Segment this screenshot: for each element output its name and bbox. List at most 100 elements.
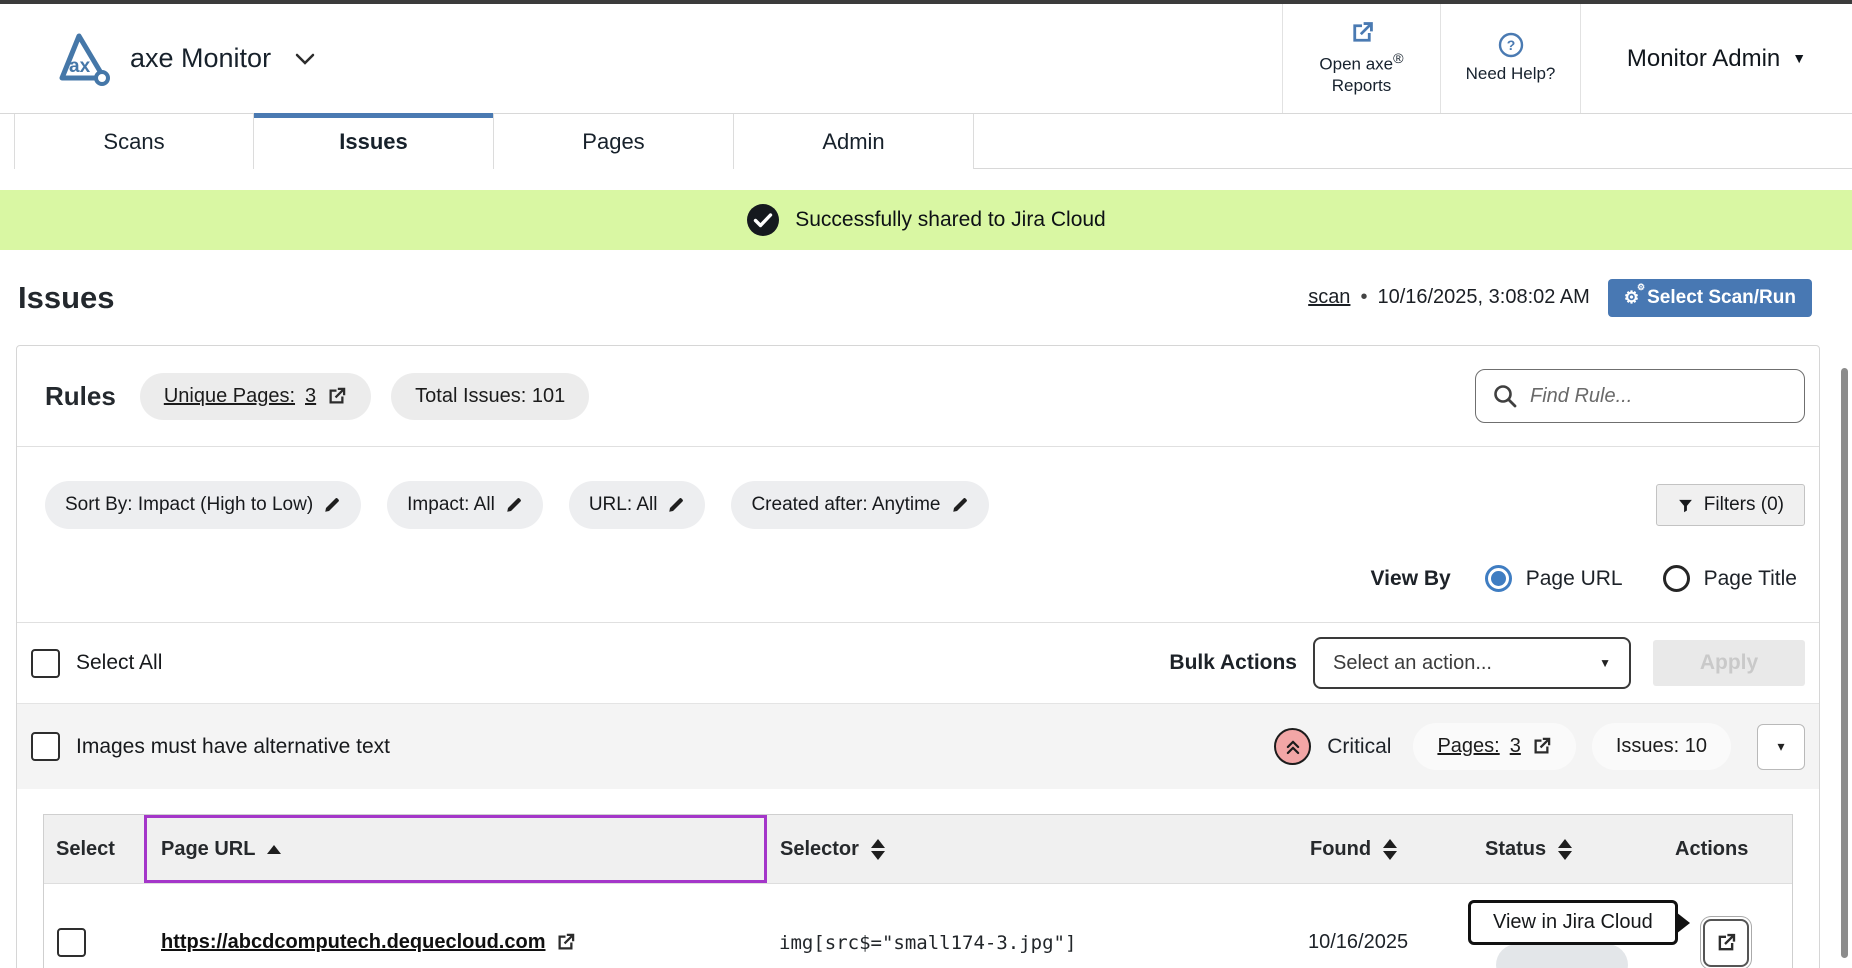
impact-chip[interactable]: Impact: All (387, 481, 543, 529)
open-axe-reports-label: Open axe®Reports (1319, 51, 1403, 96)
sort-ascending-icon (267, 845, 281, 854)
gears-icon: ⚙⚙ (1624, 289, 1639, 306)
find-rule-search[interactable] (1475, 369, 1805, 423)
need-help-button[interactable]: ? Need Help? (1440, 4, 1580, 113)
row-page-url-cell: https://abcdcomputech.dequecloud.com (144, 931, 767, 954)
row-select-cell (44, 928, 144, 957)
expand-rule-button[interactable]: ▾ (1757, 724, 1805, 770)
row-selector-cell: img[src$="small174-3.jpg"] (767, 932, 1297, 954)
pencil-icon (505, 496, 523, 514)
column-header-select: Select (44, 815, 144, 883)
rules-panel: Rules Unique Pages: 3 Total Issues: 101 … (16, 345, 1820, 968)
banner-message: Successfully shared to Jira Cloud (795, 208, 1105, 232)
unique-pages-pill[interactable]: Unique Pages: 3 (140, 373, 371, 420)
bulk-action-selected-value: Select an action... (1333, 652, 1492, 675)
axe-logo-icon: ax (46, 30, 112, 88)
app-title: axe Monitor (130, 43, 271, 74)
sort-icon (871, 839, 885, 860)
selector-value: img[src$="small174-3.jpg"] (779, 932, 1076, 954)
rule-checkbox[interactable] (31, 732, 60, 761)
table-row: https://abcdcomputech.dequecloud.com img… (44, 883, 1792, 968)
tab-scans[interactable]: Scans (14, 114, 254, 169)
rule-name: Images must have alternative text (76, 735, 390, 759)
user-menu-button[interactable]: Monitor Admin ▼ (1580, 4, 1852, 113)
svg-text:ax: ax (69, 56, 91, 77)
page-title: Issues (18, 280, 115, 316)
view-in-jira-tooltip: View in Jira Cloud (1468, 900, 1678, 945)
external-link-icon (1715, 932, 1737, 954)
row-checkbox[interactable] (57, 928, 86, 957)
scrollbar-thumb[interactable] (1841, 368, 1848, 958)
page-url-link[interactable]: https://abcdcomputech.dequecloud.com (161, 931, 545, 954)
table-header-row: Select Page URL Selector Found Status Ac… (44, 815, 1792, 883)
scan-link[interactable]: scan (1308, 286, 1350, 309)
filter-section: Sort By: Impact (High to Low) Impact: Al… (17, 447, 1819, 622)
tabstrip-filler (974, 114, 1852, 169)
tab-admin[interactable]: Admin (734, 114, 974, 169)
chevron-down-icon[interactable] (295, 53, 315, 65)
svg-text:?: ? (1506, 37, 1515, 53)
column-header-page-url[interactable]: Page URL (144, 815, 767, 883)
rule-pages-pill[interactable]: Pages: 3 (1413, 723, 1575, 770)
tabstrip-gap (0, 169, 1852, 190)
caret-down-icon: ▾ (1777, 738, 1784, 755)
total-issues-pill: Total Issues: 101 (391, 373, 589, 420)
bulk-action-select[interactable]: Select an action... ▼ (1313, 637, 1631, 689)
column-header-status[interactable]: Status (1472, 815, 1662, 883)
view-by-page-url-option[interactable]: Page URL (1485, 565, 1623, 592)
caret-down-icon: ▼ (1792, 50, 1806, 68)
find-rule-input[interactable] (1530, 385, 1788, 408)
column-header-found[interactable]: Found (1297, 815, 1472, 883)
select-scan-run-button[interactable]: ⚙⚙ Select Scan/Run (1608, 279, 1812, 317)
tab-pages[interactable]: Pages (494, 114, 734, 169)
search-icon (1492, 383, 1518, 409)
page-title-row: Issues scan • 10/16/2025, 3:08:02 AM ⚙⚙ … (0, 250, 1852, 345)
rule-issues-pill: Issues: 10 (1592, 723, 1731, 770)
rule-pages-label: Pages: (1437, 735, 1499, 758)
row-status-cell: View in Jira Cloud (1472, 884, 1662, 968)
issues-table: Select Page URL Selector Found Status Ac… (43, 814, 1793, 968)
scan-timestamp: 10/16/2025, 3:08:02 AM (1377, 286, 1589, 309)
total-issues-label: Total Issues: 101 (415, 385, 565, 408)
unique-pages-value: 3 (305, 385, 316, 408)
row-found-cell: 10/16/2025 (1297, 931, 1472, 954)
rule-pages-value: 3 (1510, 735, 1521, 758)
external-link-icon (1531, 736, 1552, 757)
select-all-checkbox[interactable] (31, 649, 60, 678)
user-menu-label: Monitor Admin (1627, 44, 1780, 74)
main-nav: Scans Issues Pages Admin (0, 113, 1852, 169)
check-circle-icon (746, 203, 780, 237)
view-by-row: View By Page URL Page Title (45, 565, 1805, 592)
pencil-icon (323, 496, 341, 514)
app-brand[interactable]: ax axe Monitor (0, 4, 1282, 113)
tooltip-arrow (1676, 912, 1690, 934)
column-header-selector[interactable]: Selector (767, 815, 1297, 883)
caret-down-icon: ▼ (1599, 656, 1611, 670)
sort-by-chip[interactable]: Sort By: Impact (High to Low) (45, 481, 361, 529)
radio-selected-icon[interactable] (1485, 565, 1512, 592)
dot-separator: • (1360, 286, 1367, 309)
view-in-jira-button[interactable] (1703, 919, 1749, 967)
external-link-icon[interactable] (555, 932, 576, 953)
created-after-chip[interactable]: Created after: Anytime (731, 481, 988, 529)
select-all-label: Select All (76, 651, 162, 675)
filters-button[interactable]: Filters (0) (1656, 484, 1805, 526)
status-badge (1496, 944, 1628, 968)
pencil-icon (667, 496, 685, 514)
unique-pages-label: Unique Pages: (164, 385, 295, 408)
view-by-page-title-option[interactable]: Page Title (1663, 565, 1797, 592)
rule-group-row: Images must have alternative text Critic… (17, 703, 1819, 789)
sort-icon (1383, 839, 1397, 860)
tab-issues[interactable]: Issues (254, 114, 494, 169)
rules-header-row: Rules Unique Pages: 3 Total Issues: 101 (17, 346, 1819, 446)
open-axe-reports-button[interactable]: Open axe®Reports (1282, 4, 1440, 113)
radio-unselected-icon[interactable] (1663, 565, 1690, 592)
apply-button[interactable]: Apply (1653, 640, 1805, 686)
app-header: ax axe Monitor Open axe®Reports ? Need H… (0, 4, 1852, 113)
external-link-icon (326, 386, 347, 407)
need-help-label: Need Help? (1466, 63, 1556, 84)
rules-heading: Rules (45, 381, 116, 412)
url-chip[interactable]: URL: All (569, 481, 706, 529)
critical-impact-icon (1274, 728, 1311, 765)
help-circle-icon: ? (1498, 32, 1524, 58)
